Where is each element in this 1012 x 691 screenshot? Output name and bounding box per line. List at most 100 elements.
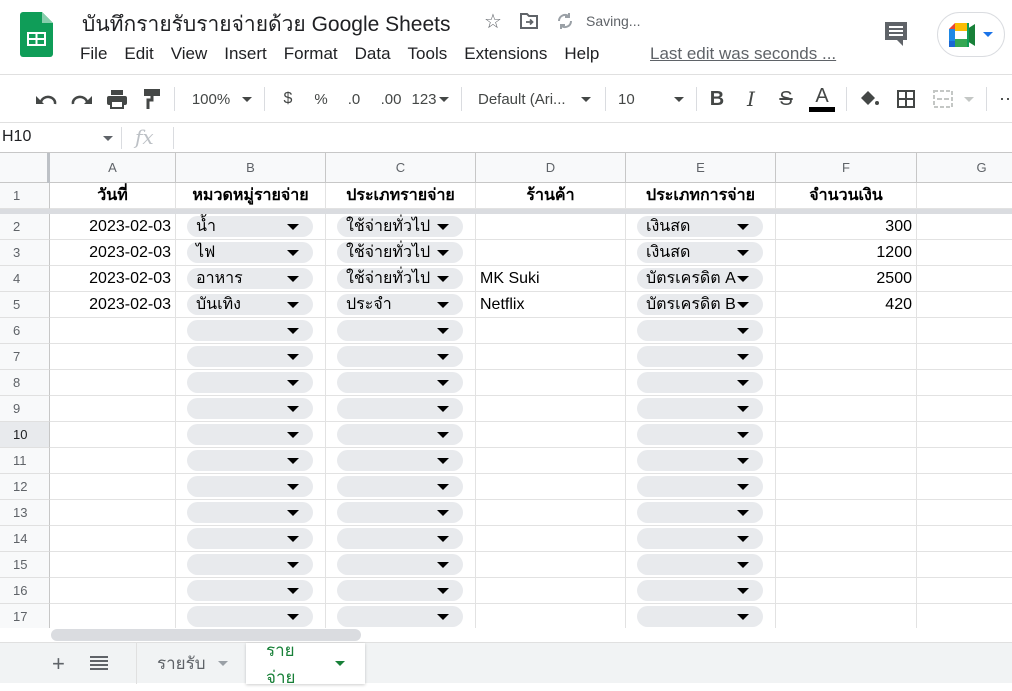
table-cell[interactable] xyxy=(50,344,176,370)
table-cell[interactable] xyxy=(917,578,1012,604)
table-cell[interactable] xyxy=(50,552,176,578)
table-cell[interactable] xyxy=(50,370,176,396)
table-cell[interactable]: Netflix xyxy=(476,292,626,318)
document-title[interactable]: บันทึกรายรับรายจ่ายด้วย Google Sheets xyxy=(82,8,451,41)
dropdown-chip[interactable] xyxy=(337,450,463,471)
row-header[interactable]: 13 xyxy=(0,500,50,526)
table-cell[interactable] xyxy=(917,474,1012,500)
row-header[interactable]: 15 xyxy=(0,552,50,578)
dropdown-caret-icon[interactable] xyxy=(437,614,449,620)
header-cell[interactable]: ประเภทการจ่าย xyxy=(626,183,776,209)
spreadsheet-grid[interactable]: A B C D E F G 1 2 3 4 5 6 7 8 9 10 11 12 13 14 15 16 17 วันที่ หม… xyxy=(0,153,1012,628)
header-cell[interactable] xyxy=(917,183,1012,209)
currency-format-button[interactable]: $ xyxy=(278,75,298,123)
dropdown-caret-icon[interactable] xyxy=(737,276,749,282)
column-header-e[interactable]: E xyxy=(626,153,776,183)
font-select[interactable]: Default (Ari... xyxy=(478,75,570,123)
table-cell[interactable] xyxy=(50,500,176,526)
table-cell[interactable] xyxy=(917,292,1012,318)
table-cell[interactable] xyxy=(50,422,176,448)
dropdown-caret-icon[interactable] xyxy=(737,406,749,412)
table-cell[interactable] xyxy=(917,318,1012,344)
table-cell[interactable] xyxy=(476,396,626,422)
row-header[interactable]: 8 xyxy=(0,370,50,396)
table-cell[interactable] xyxy=(50,318,176,344)
dropdown-caret-icon[interactable] xyxy=(437,562,449,568)
dropdown-caret-icon[interactable] xyxy=(437,354,449,360)
header-cell[interactable]: วันที่ xyxy=(50,183,176,209)
menu-edit[interactable]: Edit xyxy=(124,44,159,64)
row-header[interactable]: 7 xyxy=(0,344,50,370)
dropdown-caret-icon[interactable] xyxy=(287,588,299,594)
dropdown-chip[interactable] xyxy=(637,424,763,445)
dropdown-caret-icon[interactable] xyxy=(437,458,449,464)
dropdown-caret-icon[interactable] xyxy=(437,250,449,256)
dropdown-chip[interactable] xyxy=(637,372,763,393)
dropdown-chip[interactable] xyxy=(187,450,313,471)
sheet-tab-expense[interactable]: รายจ่าย xyxy=(246,641,365,687)
column-header-a[interactable]: A xyxy=(50,153,176,183)
dropdown-chip[interactable] xyxy=(637,502,763,523)
table-cell[interactable] xyxy=(776,578,917,604)
increase-decimal-button[interactable]: .00 xyxy=(377,75,405,123)
table-cell[interactable]: MK Suki xyxy=(476,266,626,292)
row-header[interactable]: 2 xyxy=(0,214,50,240)
column-header-c[interactable]: C xyxy=(326,153,476,183)
table-cell[interactable] xyxy=(917,396,1012,422)
dropdown-caret-icon[interactable] xyxy=(287,510,299,516)
dropdown-caret-icon[interactable] xyxy=(437,276,449,282)
dropdown-chip[interactable]: บัตรเครดิต B xyxy=(637,294,763,315)
dropdown-chip[interactable] xyxy=(187,424,313,445)
table-cell[interactable] xyxy=(776,526,917,552)
strikethrough-button[interactable]: S xyxy=(775,75,797,123)
dropdown-caret-icon[interactable] xyxy=(737,380,749,386)
italic-button[interactable]: I xyxy=(740,75,762,123)
menu-format[interactable]: Format xyxy=(284,44,344,64)
row-header[interactable]: 10 xyxy=(0,422,50,448)
dropdown-caret-icon[interactable] xyxy=(287,276,299,282)
row-header[interactable]: 5 xyxy=(0,292,50,318)
dropdown-chip[interactable] xyxy=(637,528,763,549)
menu-file[interactable]: File xyxy=(80,44,113,64)
decrease-decimal-button[interactable]: .0 xyxy=(342,75,366,123)
header-cell[interactable]: ร้านค้า xyxy=(476,183,626,209)
table-cell[interactable] xyxy=(776,344,917,370)
dropdown-caret-icon[interactable] xyxy=(737,250,749,256)
more-options-button[interactable]: ⋯ xyxy=(998,75,1012,123)
table-cell[interactable] xyxy=(917,344,1012,370)
dropdown-caret-icon[interactable] xyxy=(737,484,749,490)
dropdown-chip[interactable] xyxy=(337,476,463,497)
dropdown-chip[interactable]: เงินสด xyxy=(637,216,763,237)
table-cell[interactable] xyxy=(776,552,917,578)
dropdown-chip[interactable]: ใช้จ่ายทั่วไป xyxy=(337,216,463,237)
redo-icon[interactable] xyxy=(69,75,95,123)
dropdown-chip[interactable] xyxy=(187,398,313,419)
dropdown-caret-icon[interactable] xyxy=(437,406,449,412)
dropdown-caret-icon[interactable] xyxy=(437,588,449,594)
dropdown-chip[interactable]: ประจำ xyxy=(337,294,463,315)
dropdown-chip[interactable]: เงินสด xyxy=(637,242,763,263)
header-cell[interactable]: จำนวนเงิน xyxy=(776,183,917,209)
dropdown-chip[interactable] xyxy=(187,606,313,627)
dropdown-caret-icon[interactable] xyxy=(287,354,299,360)
dropdown-chip[interactable]: บัตรเครดิต A xyxy=(637,268,763,289)
all-sheets-icon[interactable] xyxy=(90,656,108,670)
undo-icon[interactable] xyxy=(33,75,59,123)
dropdown-caret-icon[interactable] xyxy=(437,224,449,230)
dropdown-chip[interactable] xyxy=(637,320,763,341)
dropdown-chip[interactable] xyxy=(337,398,463,419)
table-cell[interactable] xyxy=(776,370,917,396)
add-sheet-button[interactable]: + xyxy=(52,651,65,677)
row-header[interactable]: 3 xyxy=(0,240,50,266)
menu-tools[interactable]: Tools xyxy=(408,44,454,64)
row-header[interactable]: 12 xyxy=(0,474,50,500)
table-cell[interactable] xyxy=(476,578,626,604)
table-cell[interactable] xyxy=(776,500,917,526)
percent-format-button[interactable]: % xyxy=(311,75,331,123)
font-dropdown-caret-icon[interactable] xyxy=(580,75,592,123)
column-header-d[interactable]: D xyxy=(476,153,626,183)
dropdown-chip[interactable] xyxy=(187,502,313,523)
dropdown-caret-icon[interactable] xyxy=(287,406,299,412)
zoom-dropdown-caret-icon[interactable] xyxy=(240,75,254,123)
dropdown-caret-icon[interactable] xyxy=(737,432,749,438)
